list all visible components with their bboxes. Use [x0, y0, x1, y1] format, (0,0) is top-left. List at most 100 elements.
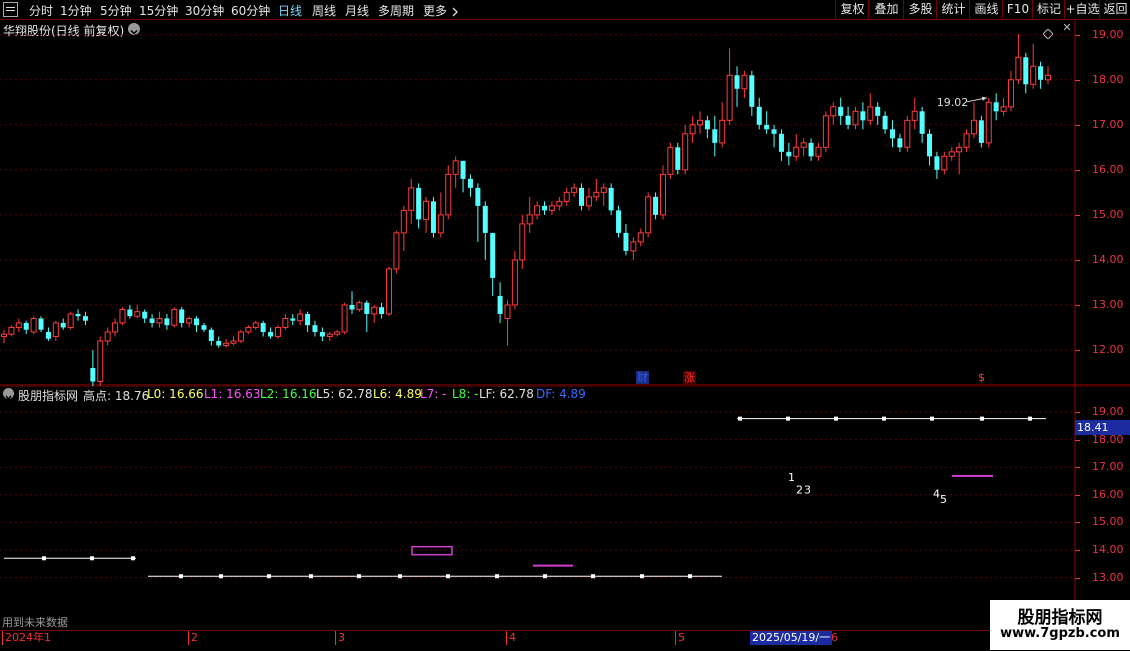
- candle: [149, 313, 155, 328]
- toolbar-item-6[interactable]: 日线: [278, 2, 302, 19]
- candle: [297, 309, 304, 326]
- candle: [274, 325, 281, 339]
- price-tick-mark: [1075, 124, 1080, 126]
- candle: [675, 142, 681, 175]
- toolbar-item-2[interactable]: 5分钟: [100, 2, 132, 19]
- event-marker[interactable]: $: [975, 371, 988, 384]
- candle: [134, 304, 141, 319]
- candle: [548, 201, 555, 215]
- candle: [1, 329, 7, 344]
- price-tick: 14.00: [1092, 252, 1124, 266]
- date-label-0: 2024年1: [2, 631, 51, 645]
- candle: [645, 192, 652, 238]
- candle: [927, 129, 933, 166]
- candle: [349, 291, 355, 314]
- toolbar-right-5[interactable]: F10: [1002, 0, 1033, 19]
- toolbar-right-6[interactable]: 标记: [1032, 0, 1065, 19]
- signal-label: 1: [788, 471, 795, 484]
- toolbar-item-8[interactable]: 月线: [345, 2, 369, 19]
- candle: [653, 192, 659, 220]
- candle: [142, 309, 148, 323]
- candle: [845, 106, 851, 130]
- candle: [334, 329, 341, 337]
- candle: [326, 331, 333, 341]
- candle: [511, 250, 518, 310]
- candle: [519, 214, 526, 269]
- price-tick-mark: [1075, 304, 1080, 306]
- candle: [30, 316, 37, 335]
- candle: [237, 329, 244, 344]
- candle: [38, 316, 44, 332]
- watermark-line1: 股朋指标网: [1017, 608, 1103, 628]
- signal-label: 2: [796, 483, 803, 496]
- candle: [630, 237, 637, 260]
- candle: [882, 111, 888, 134]
- candle: [800, 138, 807, 157]
- indicator-chart[interactable]: 12 3 4 5: [0, 386, 1130, 630]
- toolbar-right-0[interactable]: 复权: [835, 0, 869, 19]
- toolbar-item-10[interactable]: 更多: [423, 2, 447, 19]
- indicator-tick: 19.00: [1092, 405, 1124, 418]
- candle: [852, 106, 859, 130]
- price-tick: 17.00: [1092, 117, 1124, 131]
- toolbar-right-7[interactable]: +自选: [1064, 0, 1100, 19]
- date-label-2: 3: [335, 631, 345, 645]
- indicator-tick-mark: [1075, 467, 1080, 469]
- candle: [934, 151, 940, 179]
- toolbar-right-4[interactable]: 画线: [969, 0, 1003, 19]
- candle: [230, 336, 237, 346]
- indicator-axis: 19.00 18.00 17.00 16.00 15.00 14.00 13.00 18.41: [1075, 386, 1130, 630]
- candle: [445, 165, 452, 220]
- candle: [904, 115, 911, 152]
- candle: [119, 307, 126, 326]
- candle: [386, 266, 393, 317]
- toolbar-item-0[interactable]: 分时: [29, 2, 53, 19]
- candle: [919, 106, 925, 143]
- candlestick-chart[interactable]: 11.1619.02: [0, 19, 1130, 386]
- candle: [978, 115, 984, 148]
- candle: [186, 316, 193, 328]
- candle: [15, 318, 22, 332]
- price-axis: 19.00 18.00 17.00 16.00 15.00 14.00 13.00 12.00: [1075, 19, 1130, 386]
- indicator-tick: 14.00: [1092, 543, 1124, 556]
- event-marker[interactable]: 财: [636, 371, 649, 384]
- candle: [475, 183, 481, 242]
- price-tick-mark: [1075, 349, 1080, 351]
- candle: [771, 124, 777, 148]
- price-tick: 19.00: [1092, 27, 1124, 41]
- candle: [985, 97, 992, 148]
- toolbar-right-8[interactable]: 返回: [1099, 0, 1130, 19]
- chevron-right-icon[interactable]: [451, 3, 459, 17]
- candle: [437, 192, 444, 238]
- candle: [156, 311, 163, 328]
- candle: [1030, 43, 1037, 89]
- price-tick: 16.00: [1092, 162, 1124, 176]
- toolbar-item-1[interactable]: 1分钟: [60, 2, 92, 19]
- toolbar-item-9[interactable]: 多周期: [378, 2, 414, 19]
- candle: [1038, 61, 1044, 89]
- magenta-box-2: [533, 564, 573, 567]
- date-axis: [0, 630, 1075, 651]
- toolbar-right-2[interactable]: 多股: [903, 0, 937, 19]
- high-annotation: [966, 96, 987, 103]
- price-tick-mark: [1075, 214, 1080, 216]
- level-line-3: [737, 416, 1046, 421]
- candle: [82, 311, 88, 326]
- candle: [867, 93, 874, 125]
- toolbar-right-3[interactable]: 统计: [936, 0, 970, 19]
- price-tick: 12.00: [1092, 342, 1124, 356]
- toolbar-right-1[interactable]: 叠加: [868, 0, 904, 19]
- candle: [171, 307, 178, 328]
- candle: [786, 142, 792, 166]
- toolbar-item-7[interactable]: 周线: [312, 2, 336, 19]
- candle: [423, 196, 430, 233]
- toolbar-item-5[interactable]: 60分钟: [231, 2, 270, 19]
- menu-icon[interactable]: [3, 2, 18, 17]
- candle: [305, 311, 311, 332]
- toolbar-item-4[interactable]: 30分钟: [185, 2, 224, 19]
- candle: [504, 300, 511, 346]
- candle: [452, 156, 459, 188]
- event-marker[interactable]: 涨: [683, 371, 696, 384]
- candle: [970, 102, 977, 139]
- toolbar-item-3[interactable]: 15分钟: [139, 2, 178, 19]
